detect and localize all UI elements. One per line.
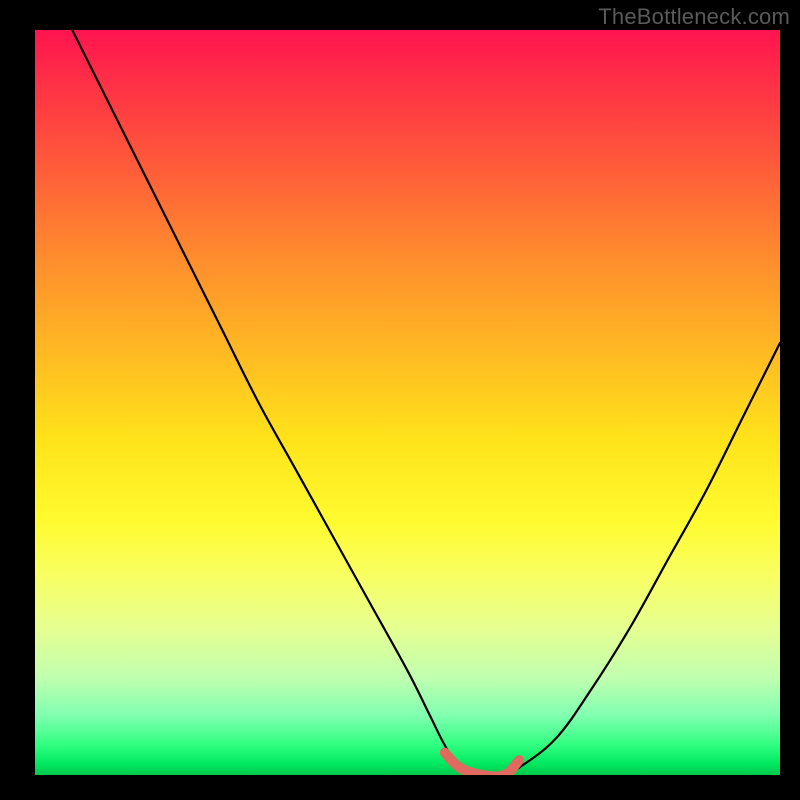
bottleneck-curve	[72, 30, 780, 775]
plot-area	[35, 30, 780, 775]
watermark-text: TheBottleneck.com	[598, 4, 790, 30]
curve-layer	[35, 30, 780, 775]
minimum-region-highlight	[445, 753, 520, 775]
chart-frame: TheBottleneck.com	[0, 0, 800, 800]
